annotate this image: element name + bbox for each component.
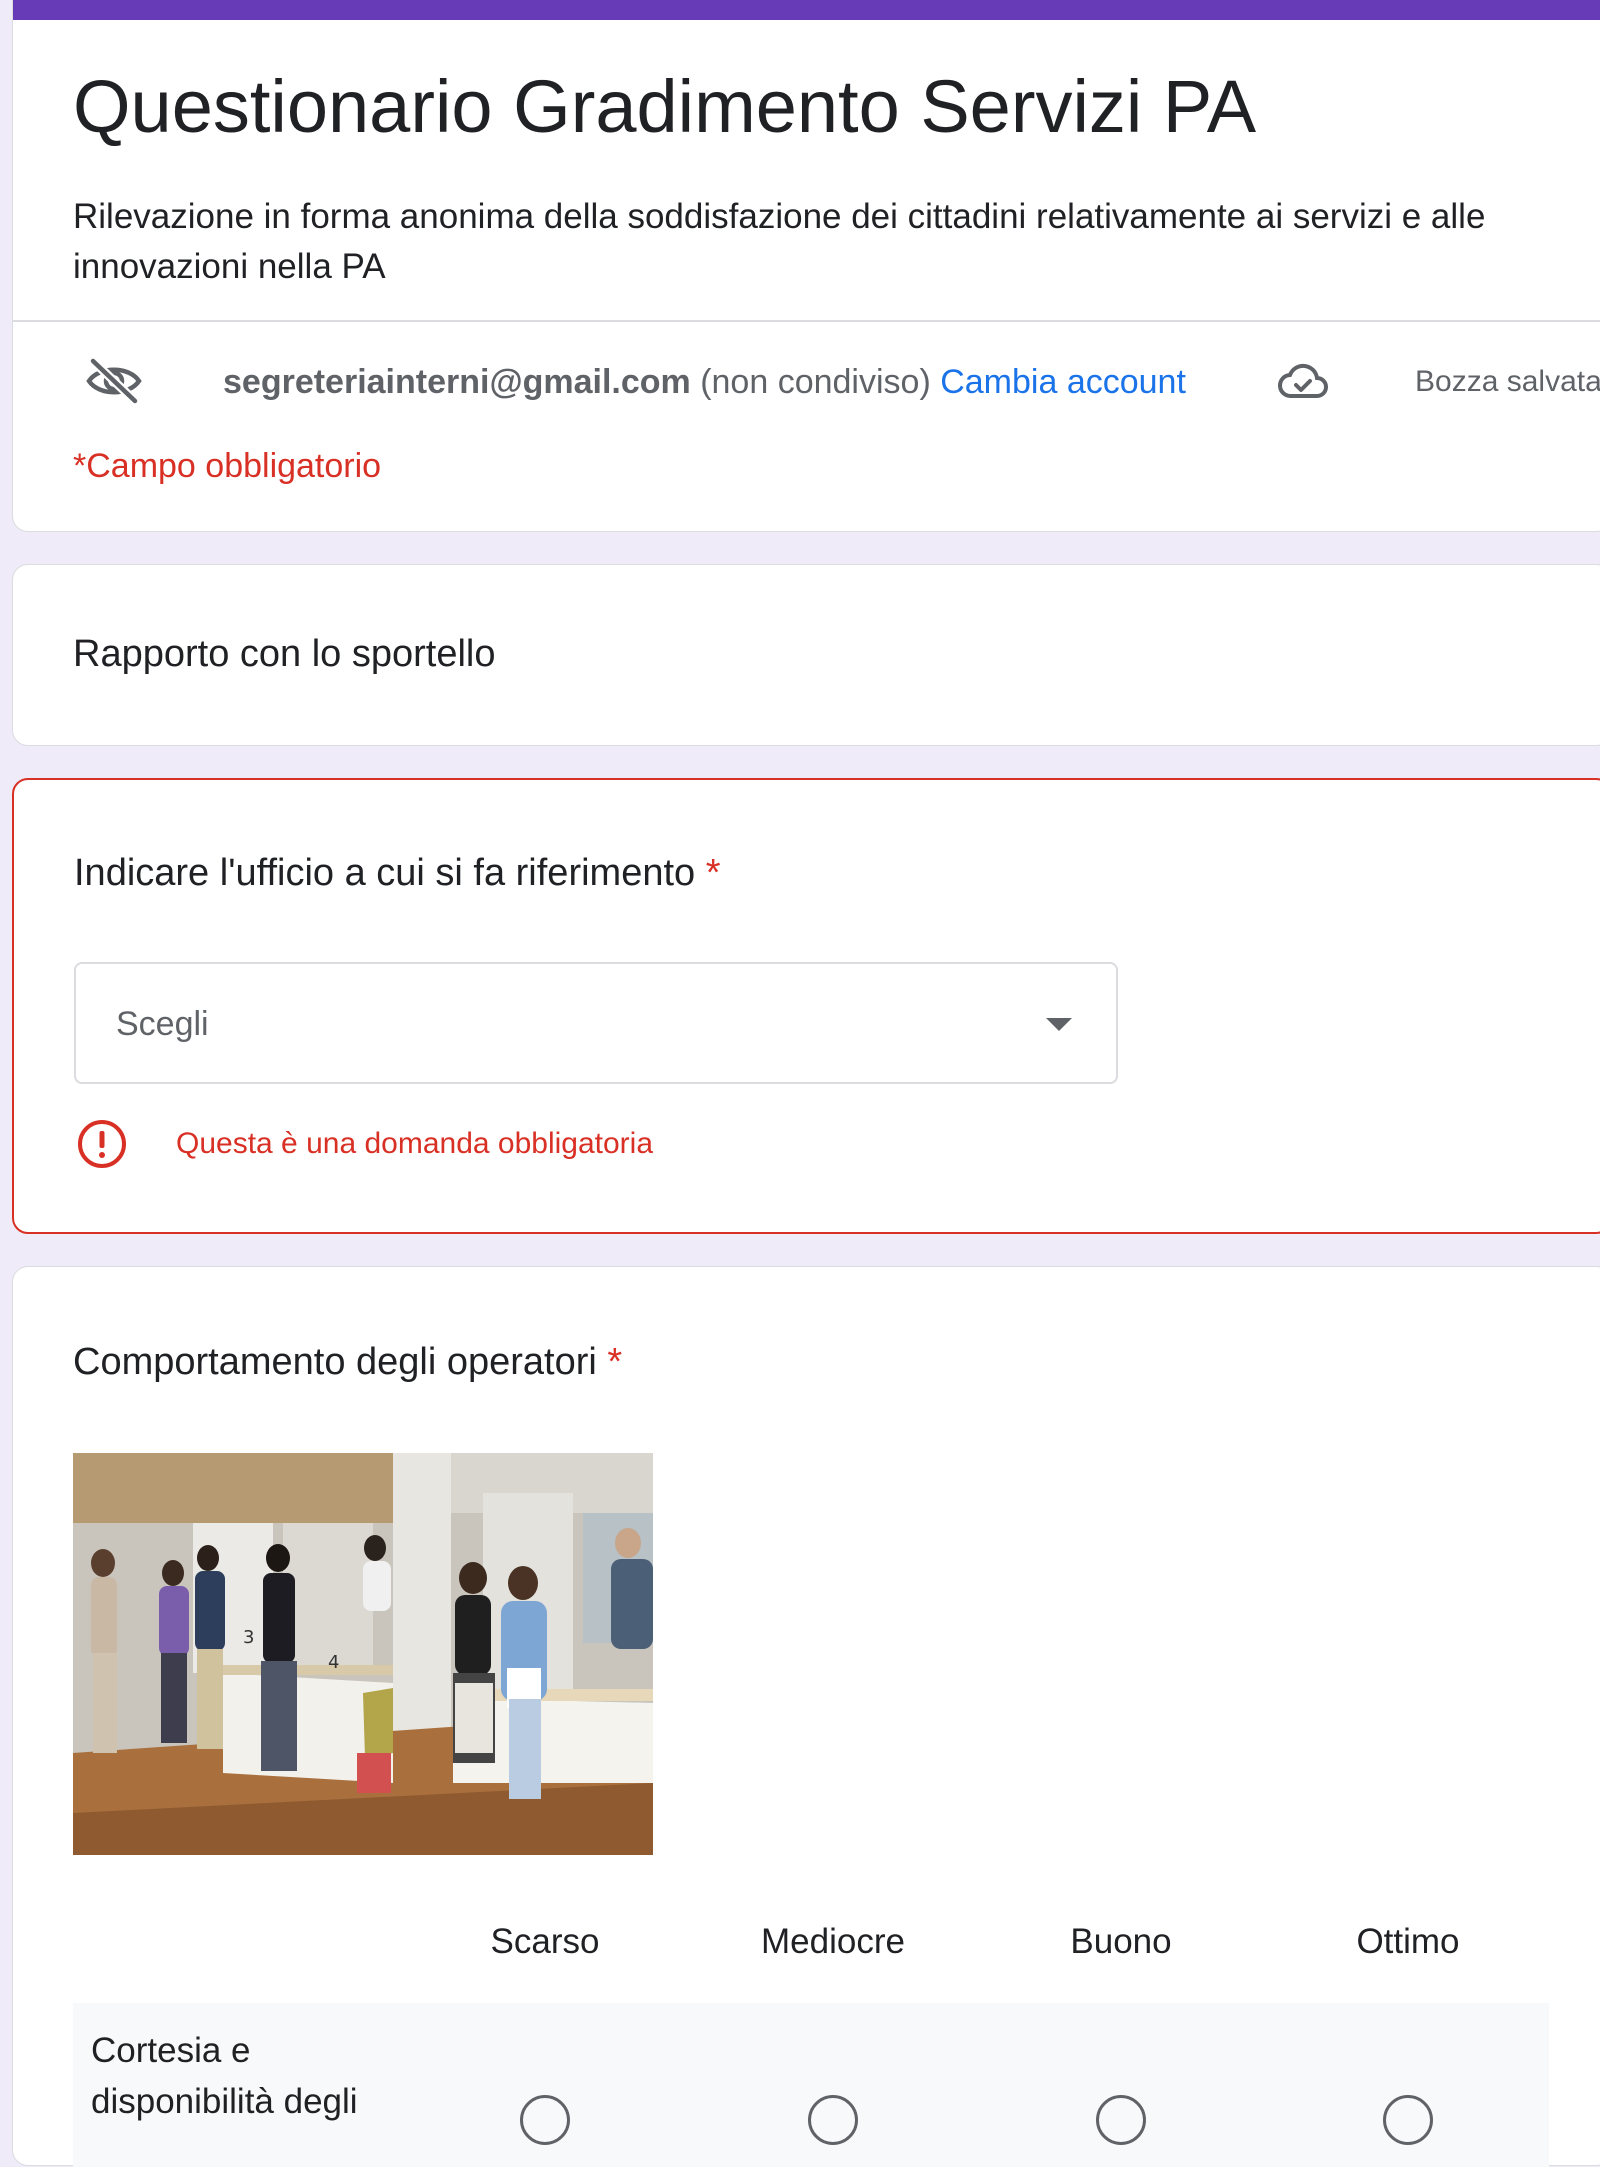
validation-error: Questa è una domanda obbligatoria: [76, 1118, 976, 1170]
radio-mediocre[interactable]: [808, 2095, 858, 2145]
grid-column-headers: Scarso Mediocre Buono Ottimo: [13, 1917, 1600, 1977]
grid-row: Cortesia e disponibilità degli: [73, 2003, 1549, 2167]
grid-row-label: Cortesia e disponibilità degli: [91, 2031, 358, 2121]
account-info: segreteriainterni@gmail.com (non condivi…: [223, 360, 1186, 404]
required-field-note: *Campo obbligatorio: [73, 447, 382, 485]
form-description: Rilevazione in forma anonima della soddi…: [73, 197, 1486, 286]
draft-saved-status: Bozza salvata: [1415, 365, 1600, 398]
office-counter-photo: 3 4: [73, 1453, 653, 1855]
radio-ottimo[interactable]: [1383, 2095, 1433, 2145]
accent-strip: [13, 0, 1600, 20]
question-card-office: Indicare l'ufficio a cui si fa riferimen…: [12, 778, 1600, 1234]
form-header-card: Questionario Gradimento Servizi PA Rilev…: [12, 0, 1600, 532]
column-header: Buono: [1070, 1922, 1172, 1961]
radio-buono[interactable]: [1096, 2095, 1146, 2145]
column-header: Mediocre: [761, 1922, 905, 1961]
error-message: Questa è una domanda obbligatoria: [176, 1127, 654, 1160]
question-card-behavior: Comportamento degli operatori * 3 4 Scar…: [12, 1266, 1600, 2167]
question-text: Indicare l'ufficio a cui si fa riferimen…: [74, 852, 696, 894]
section-title: Rapporto con lo sportello: [73, 633, 496, 675]
svg-text:3: 3: [243, 1627, 254, 1648]
radio-scarso[interactable]: [520, 2095, 570, 2145]
form-title: Questionario Gradimento Servizi PA: [73, 65, 1257, 148]
dropdown-arrow-icon: [1046, 1018, 1072, 1031]
cloud-check-icon: [1278, 363, 1328, 398]
error-icon: [78, 1120, 126, 1168]
account-email: segreteriainterni@gmail.com: [223, 363, 691, 401]
section-card: Rapporto con lo sportello: [12, 564, 1600, 746]
switch-account-link[interactable]: Cambia account: [940, 363, 1186, 401]
column-header: Ottimo: [1356, 1922, 1460, 1961]
office-select-dropdown[interactable]: Scegli: [74, 962, 1118, 1084]
required-asterisk: *: [705, 852, 721, 894]
svg-text:4: 4: [328, 1652, 339, 1673]
question-photo: 3 4: [73, 1453, 653, 1855]
question-text: Comportamento degli operatori: [73, 1341, 597, 1383]
account-row: segreteriainterni@gmail.com (non condivi…: [73, 352, 1600, 408]
required-asterisk: *: [607, 1341, 623, 1383]
select-placeholder: Scegli: [116, 1005, 209, 1043]
column-header: Scarso: [490, 1922, 600, 1961]
question-title-office: Indicare l'ufficio a cui si fa riferimen…: [74, 848, 721, 898]
eye-off-icon: [86, 358, 142, 404]
header-divider: [13, 320, 1600, 322]
account-visibility-note: (non condiviso): [700, 363, 931, 401]
question-title-behavior: Comportamento degli operatori *: [73, 1337, 622, 1387]
